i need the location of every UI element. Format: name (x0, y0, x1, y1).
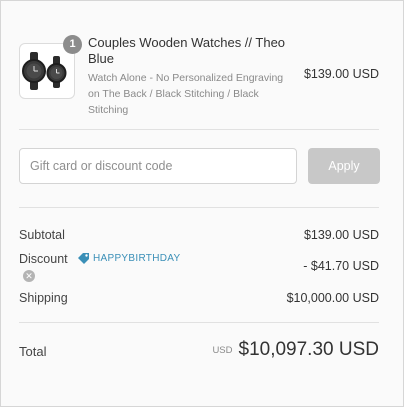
discount-tag: HAPPYBIRTHDAY (77, 252, 180, 265)
product-details: Couples Wooden Watches // Theo Blue Watc… (88, 35, 293, 118)
shipping-value: $10,000.00 USD (286, 291, 379, 305)
total-value: USD $10,097.30 USD (212, 339, 379, 361)
apply-button[interactable]: Apply (308, 148, 380, 184)
remove-discount-icon[interactable]: ✕ (23, 270, 35, 282)
tag-icon (78, 253, 89, 264)
divider (19, 129, 379, 130)
product-price: $139.00 USD (303, 67, 379, 81)
total-currency: USD (212, 344, 233, 356)
product-title: Couples Wooden Watches // Theo Blue (88, 35, 286, 66)
product-variant: Watch Alone - No Personalized Engraving … (88, 72, 284, 116)
subtotal-label: Subtotal (19, 228, 65, 242)
subtotal-value: $139.00 USD (303, 228, 379, 242)
subtotal-row: Subtotal $139.00 USD (19, 228, 379, 242)
discount-value: - $41.70 USD (303, 259, 379, 273)
divider (19, 207, 379, 208)
product-line-item: 1 Couples Wooden Watches // Theo Blue Wa… (19, 35, 379, 118)
shipping-label: Shipping (19, 291, 68, 305)
total-amount: $10,097.30 USD (238, 339, 380, 360)
shipping-row: Shipping $10,000.00 USD (19, 291, 379, 305)
discount-row: Discount HAPPYBIRTHDAY ✕ - $41.70 USD (19, 252, 379, 284)
quantity-badge: 1 (63, 35, 82, 54)
discount-label: Discount (19, 252, 68, 266)
divider (19, 322, 379, 323)
total-label: Total (19, 344, 47, 359)
discount-code-input[interactable] (19, 148, 297, 184)
discount-code: HAPPYBIRTHDAY (93, 253, 181, 265)
order-summary-panel: 1 Couples Wooden Watches // Theo Blue Wa… (0, 0, 404, 407)
